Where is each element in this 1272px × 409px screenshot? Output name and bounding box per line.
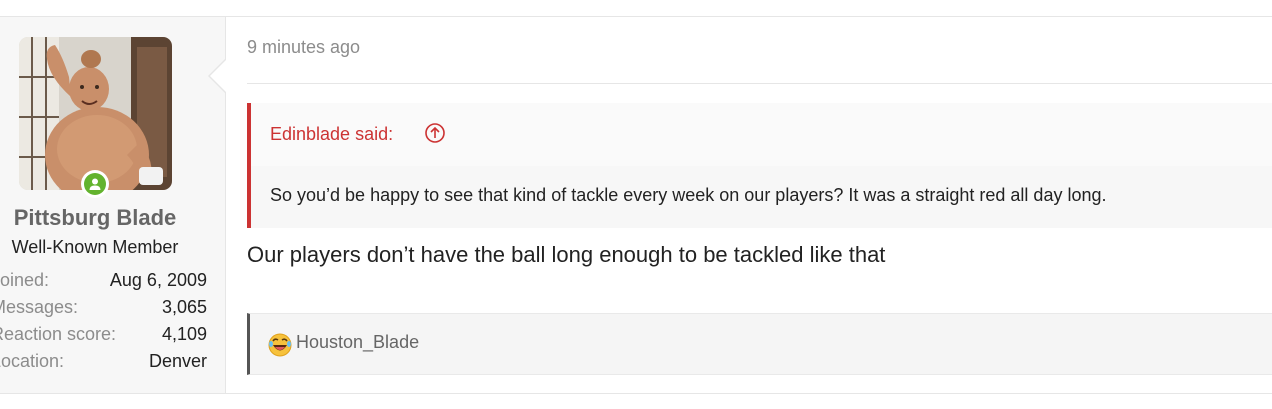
arrow-up-circle-icon[interactable] [424, 122, 446, 144]
stat-label: Location: [0, 351, 65, 371]
quote-author-link[interactable]: Edinblade said: [270, 124, 393, 145]
post-user-panel: Pittsburg Blade Well-Known Member Joined… [0, 17, 226, 393]
stat-value: 4,109 [161, 324, 207, 344]
stat-label: Reaction score: [0, 324, 117, 344]
stat-row-reaction-score: Reaction score: 4,109 [0, 322, 207, 349]
reactions-bar[interactable]: Houston_Blade [247, 313, 1272, 375]
post-body-text: Our players don’t have the ball long eno… [247, 242, 886, 267]
avatar[interactable] [19, 37, 172, 190]
stat-label: Messages: [0, 297, 79, 317]
user-icon [89, 178, 101, 190]
stat-value[interactable]: 3,065 [162, 296, 207, 318]
post-message: Pittsburg Blade Well-Known Member Joined… [0, 16, 1272, 394]
quote-header: Edinblade said: [251, 103, 1272, 166]
stat-value: Aug 6, 2009 [109, 270, 207, 290]
post-timestamp[interactable]: 9 minutes ago [247, 37, 360, 58]
quote-text: So you’d be happy to see that kind of ta… [270, 185, 1107, 205]
post-main: 9 minutes ago Edinblade said: So you’d b… [227, 17, 1272, 393]
avatar-image [19, 37, 172, 190]
stat-row-joined: Joined: Aug 6, 2009 [0, 268, 207, 295]
message-pointer-fill [210, 59, 227, 93]
stat-value[interactable]: Denver [149, 350, 207, 372]
stat-row-location: Location: Denver [0, 349, 207, 376]
quote-block: Edinblade said: So you’d be happy to see… [247, 103, 1272, 228]
laughing-emoji-icon [268, 333, 292, 357]
divider [247, 83, 1272, 84]
username[interactable]: Pittsburg Blade [0, 205, 190, 231]
reaction-users-link[interactable]: Houston_Blade [296, 332, 419, 353]
online-status-indicator [81, 170, 109, 198]
user-stats: Joined: Aug 6, 2009 Messages: 3,065 Reac… [0, 268, 207, 376]
user-title: Well-Known Member [11, 237, 179, 257]
stat-row-messages: Messages: 3,065 [0, 295, 207, 322]
stat-label: Joined: [0, 270, 50, 290]
